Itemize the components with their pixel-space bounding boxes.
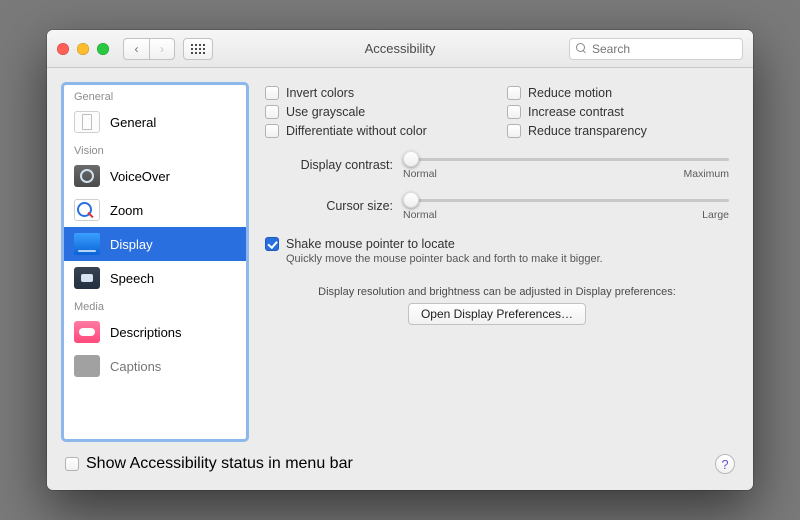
- forward-button[interactable]: ›: [149, 38, 175, 60]
- slider-max-label: Large: [702, 209, 729, 221]
- checkbox-icon: [265, 105, 279, 119]
- footer: Show Accessibility status in menu bar ?: [63, 454, 737, 474]
- display-icon: [74, 233, 100, 255]
- slider-display-contrast: Display contrast: Normal Maximum: [265, 151, 729, 179]
- descriptions-icon: [74, 321, 100, 343]
- sidebar-item-label: General: [110, 115, 156, 130]
- sidebar-item-speech[interactable]: Speech: [64, 261, 246, 295]
- checkbox-icon: [507, 86, 521, 100]
- back-button[interactable]: ‹: [123, 38, 149, 60]
- sidebar-item-descriptions[interactable]: Descriptions: [64, 315, 246, 349]
- sidebar-item-label: Zoom: [110, 203, 143, 218]
- slider-range-labels: Normal Maximum: [403, 168, 729, 180]
- shake-description: Quickly move the mouse pointer back and …: [286, 253, 729, 265]
- sidebar-item-voiceover[interactable]: VoiceOver: [64, 159, 246, 193]
- checkbox-icon: [507, 124, 521, 138]
- chevron-right-icon: ›: [160, 42, 164, 56]
- checkbox-icon: [507, 105, 521, 119]
- checkbox-label: Use grayscale: [286, 105, 365, 119]
- slider-max-label: Maximum: [683, 168, 729, 180]
- slider-cursor-size: Cursor size: Normal Large: [265, 192, 729, 220]
- slider-track: [403, 158, 729, 161]
- open-display-preferences-button[interactable]: Open Display Preferences…: [408, 303, 586, 325]
- resolution-note-block: Display resolution and brightness can be…: [265, 278, 729, 325]
- checkbox-icon: [265, 237, 279, 251]
- sidebar-header-general: General: [64, 85, 246, 105]
- sidebar-item-captions[interactable]: Captions: [64, 349, 246, 383]
- slider-label: Cursor size:: [265, 199, 393, 213]
- category-sidebar[interactable]: General General Vision VoiceOver Zoom Di…: [63, 84, 247, 440]
- window-controls: [57, 43, 109, 55]
- search-icon: [576, 43, 587, 54]
- checkbox-reduce-motion[interactable]: Reduce motion: [507, 86, 729, 100]
- sidebar-item-label: Speech: [110, 271, 154, 286]
- checkbox-grid: Invert colors Reduce motion Use grayscal…: [265, 86, 729, 138]
- checkbox-label: Invert colors: [286, 86, 354, 100]
- checkbox-increase-contrast[interactable]: Increase contrast: [507, 105, 729, 119]
- chevron-left-icon: ‹: [135, 42, 139, 56]
- search-input[interactable]: [592, 42, 736, 56]
- checkbox-shake-pointer[interactable]: Shake mouse pointer to locate: [265, 237, 729, 251]
- search-field[interactable]: [569, 38, 743, 60]
- slider-track: [403, 199, 729, 202]
- show-all-button[interactable]: [183, 38, 213, 60]
- help-icon: ?: [721, 457, 728, 472]
- sidebar-item-label: VoiceOver: [110, 169, 170, 184]
- sidebar-item-label: Display: [110, 237, 153, 252]
- checkbox-diff-without-color[interactable]: Differentiate without color: [265, 124, 487, 138]
- sidebar-item-label: Descriptions: [110, 325, 182, 340]
- minimize-icon[interactable]: [77, 43, 89, 55]
- slider-min-label: Normal: [403, 168, 437, 180]
- main-row: General General Vision VoiceOver Zoom Di…: [63, 84, 737, 440]
- speech-icon: [74, 267, 100, 289]
- checkbox-status-menubar[interactable]: Show Accessibility status in menu bar: [65, 455, 353, 473]
- checkbox-label: Reduce transparency: [528, 124, 647, 138]
- checkbox-icon: [65, 457, 79, 471]
- zoom-window-icon[interactable]: [97, 43, 109, 55]
- checkbox-label: Differentiate without color: [286, 124, 427, 138]
- general-icon: [74, 111, 100, 133]
- body: General General Vision VoiceOver Zoom Di…: [47, 68, 753, 490]
- preferences-window: ‹ › Accessibility General General: [47, 30, 753, 490]
- zoom-icon: [74, 199, 100, 221]
- checkbox-label: Increase contrast: [528, 105, 624, 119]
- sidebar-header-vision: Vision: [64, 139, 246, 159]
- resolution-note: Display resolution and brightness can be…: [265, 286, 729, 298]
- titlebar: ‹ › Accessibility: [47, 30, 753, 68]
- slider-range-labels: Normal Large: [403, 209, 729, 221]
- nav-back-forward: ‹ ›: [123, 38, 175, 60]
- sidebar-item-general[interactable]: General: [64, 105, 246, 139]
- checkbox-label: Show Accessibility status in menu bar: [86, 455, 353, 473]
- checkbox-label: Shake mouse pointer to locate: [286, 237, 455, 251]
- checkbox-use-grayscale[interactable]: Use grayscale: [265, 105, 487, 119]
- help-button[interactable]: ?: [715, 454, 735, 474]
- slider-track-cursor[interactable]: Normal Large: [403, 192, 729, 220]
- slider-track-contrast[interactable]: Normal Maximum: [403, 151, 729, 179]
- checkbox-icon: [265, 86, 279, 100]
- checkbox-label: Reduce motion: [528, 86, 612, 100]
- sidebar-item-label: Captions: [110, 359, 161, 374]
- sidebar-header-media: Media: [64, 295, 246, 315]
- sidebar-item-zoom[interactable]: Zoom: [64, 193, 246, 227]
- shake-pointer-block: Shake mouse pointer to locate Quickly mo…: [265, 237, 729, 265]
- slider-knob[interactable]: [403, 192, 419, 208]
- grid-icon: [191, 44, 205, 54]
- slider-knob[interactable]: [403, 151, 419, 167]
- slider-min-label: Normal: [403, 209, 437, 221]
- slider-label: Display contrast:: [265, 158, 393, 172]
- captions-icon: [74, 355, 100, 377]
- checkbox-reduce-transparency[interactable]: Reduce transparency: [507, 124, 729, 138]
- voiceover-icon: [74, 165, 100, 187]
- checkbox-icon: [265, 124, 279, 138]
- close-icon[interactable]: [57, 43, 69, 55]
- settings-pane: Invert colors Reduce motion Use grayscal…: [263, 84, 737, 440]
- checkbox-invert-colors[interactable]: Invert colors: [265, 86, 487, 100]
- sidebar-item-display[interactable]: Display: [64, 227, 246, 261]
